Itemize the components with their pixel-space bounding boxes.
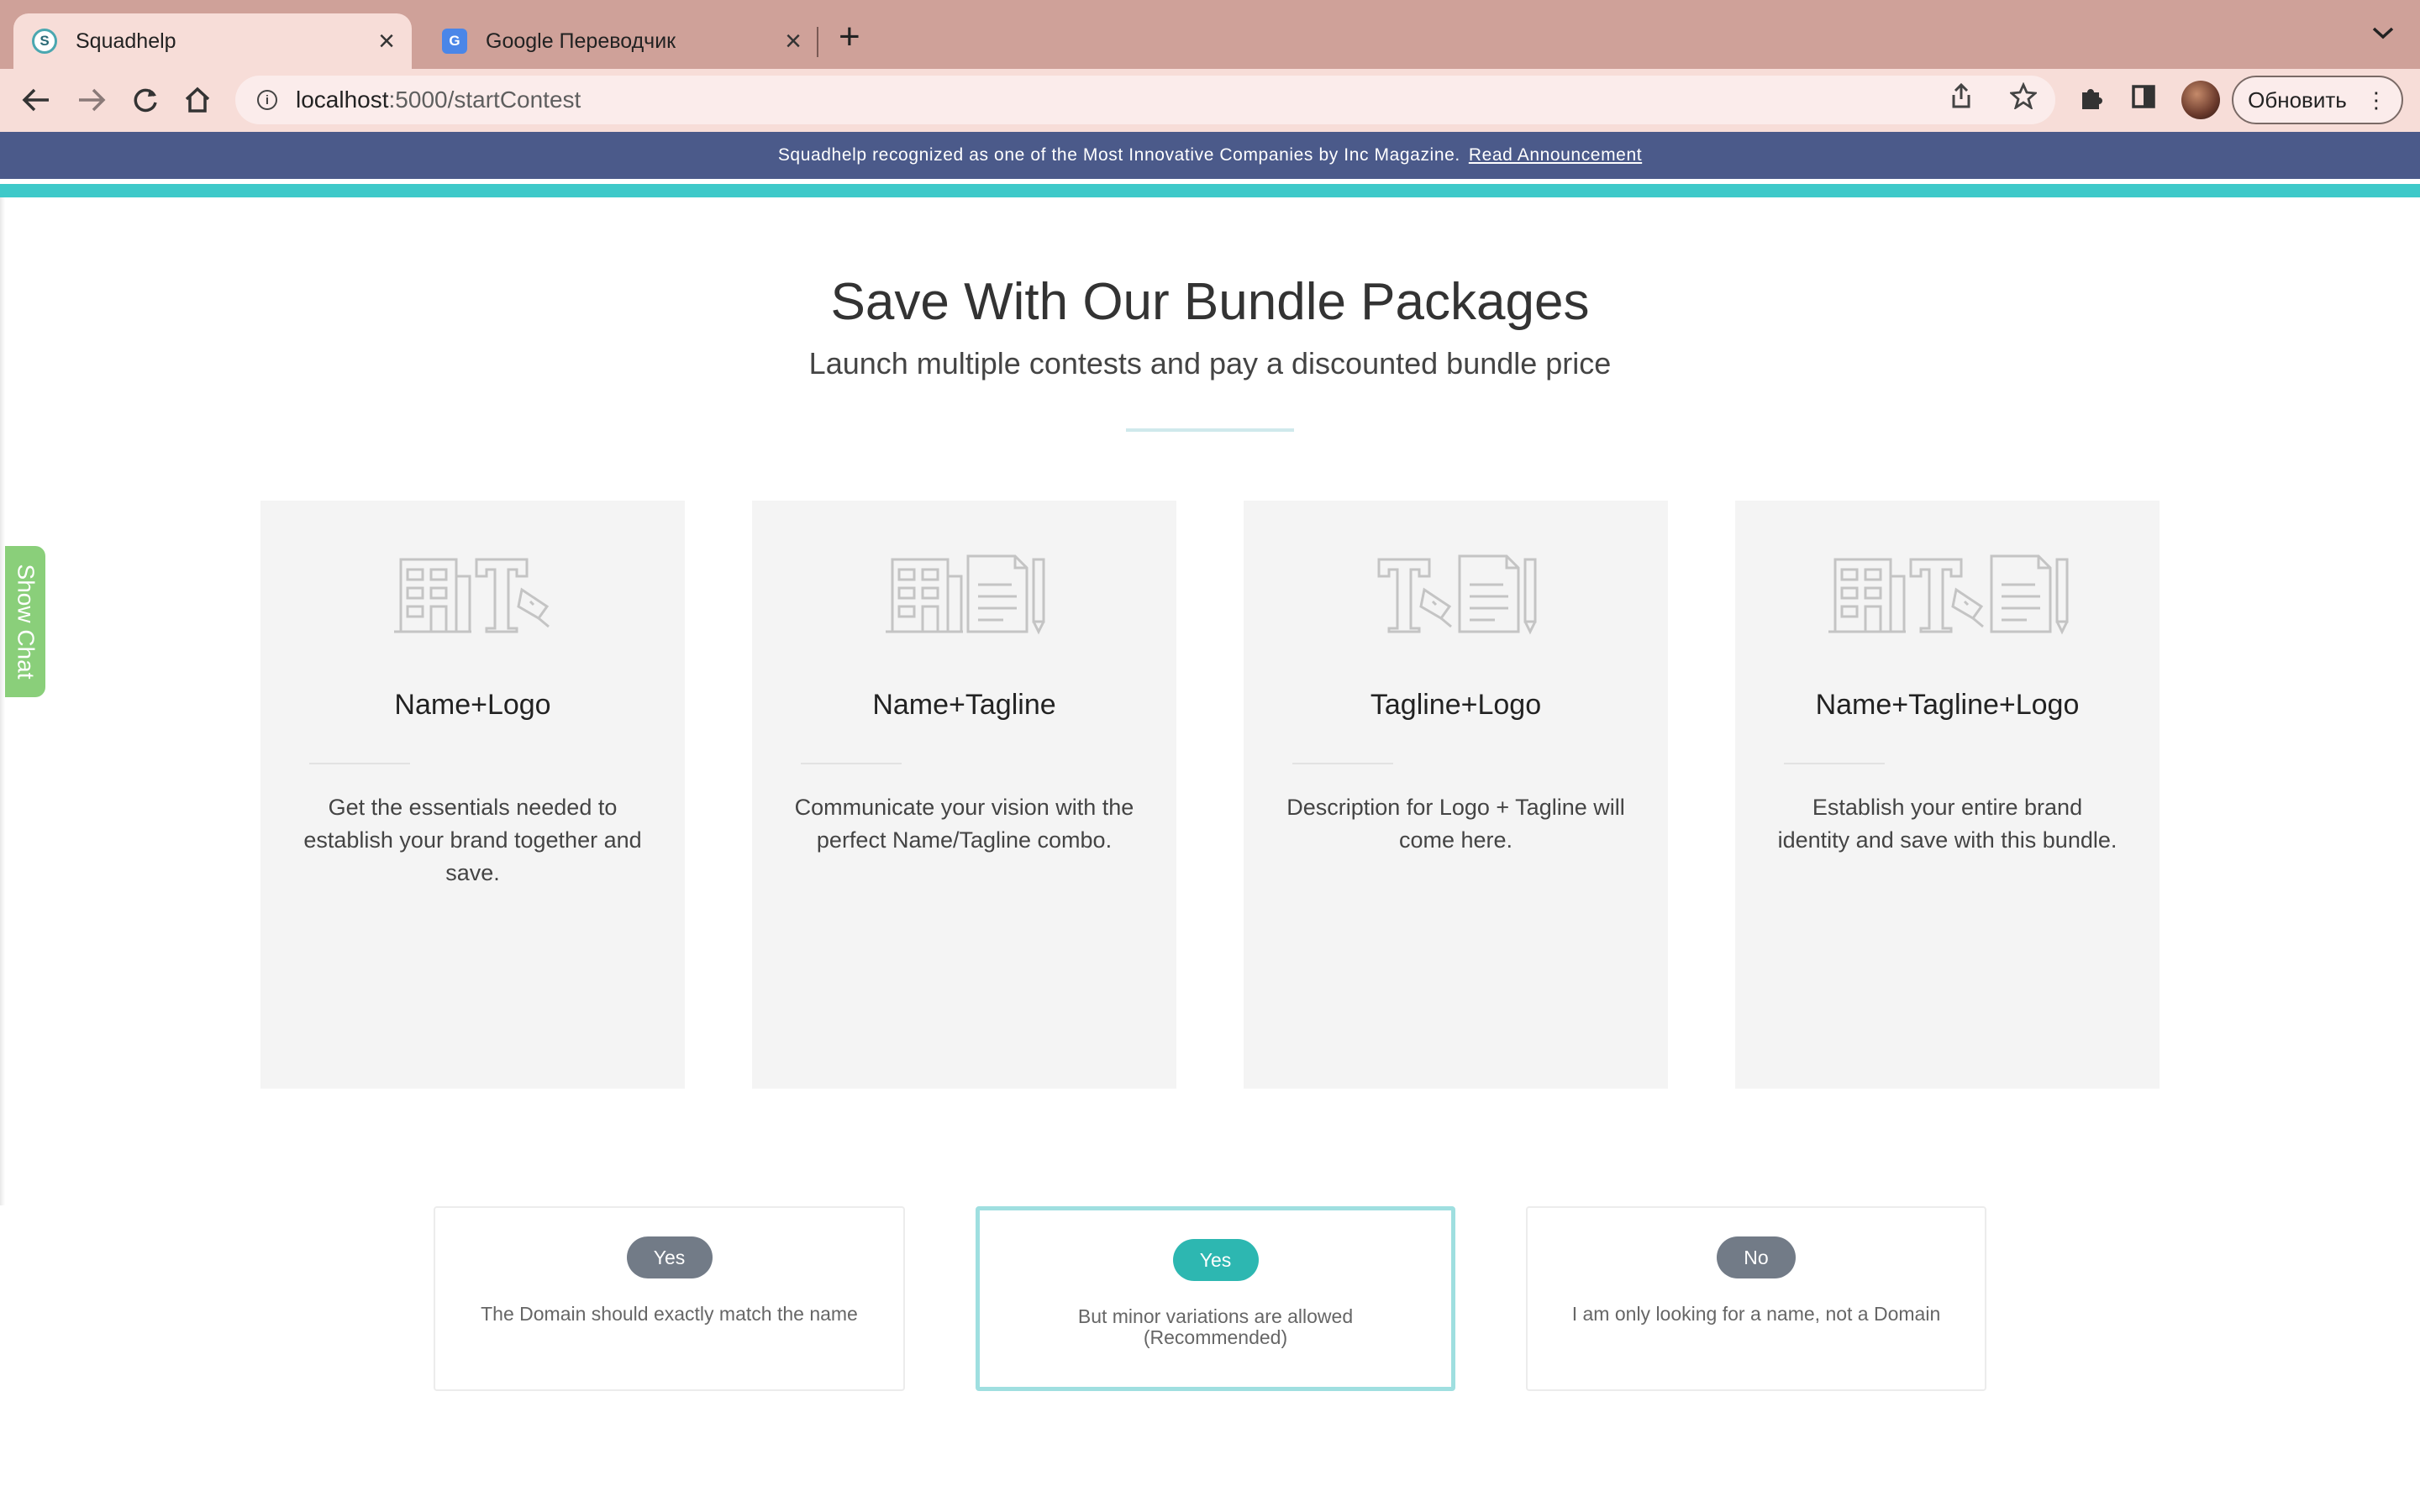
squadhelp-favicon-icon: S [32, 29, 57, 54]
close-icon[interactable]: × [785, 27, 802, 55]
option-text: But minor variations are allowed (Recomm… [1077, 1305, 1354, 1348]
side-panel-icon[interactable] [2131, 84, 2156, 109]
tab-google-translate[interactable]: G Google Переводчик × [424, 13, 818, 69]
section-subtitle: Launch multiple contests and pay a disco… [808, 346, 1612, 381]
card-illustration [260, 551, 685, 635]
building-icon [884, 558, 964, 633]
extensions-puzzle-icon[interactable] [2077, 84, 2106, 113]
browser-chrome: S Squadhelp × G Google Переводчик × + i … [0, 0, 2420, 132]
card-divider [801, 763, 902, 764]
reload-icon[interactable] [126, 81, 165, 119]
announcement-bar: Squadhelp recognized as one of the Most … [0, 132, 2420, 179]
card-illustration [752, 551, 1176, 635]
address-bar[interactable]: i localhost:5000/startContest [235, 76, 2055, 124]
tab-separator [817, 27, 818, 57]
tab-title: Google Переводчик [486, 29, 676, 53]
home-icon[interactable] [178, 81, 217, 119]
card-divider [309, 763, 410, 764]
option-text: The Domain should exactly match the name [481, 1303, 858, 1325]
logo-pen-icon [475, 558, 550, 633]
read-announcement-link[interactable]: Read Announcement [1469, 145, 1642, 165]
card-description: Description for Logo + Tagline will come… [1286, 795, 1625, 853]
url-text[interactable]: localhost:5000/startContest [296, 87, 581, 113]
card-divider [1784, 763, 1885, 764]
building-icon [1827, 558, 1907, 633]
card-description: Get the essentials needed to establish y… [303, 795, 642, 885]
logo-pen-icon [1909, 558, 1984, 633]
tab-search-chevron-icon[interactable] [2371, 25, 2395, 40]
google-translate-favicon-icon: G [442, 29, 467, 54]
star-bookmark-icon[interactable] [2010, 82, 2037, 109]
tab-squadhelp[interactable]: S Squadhelp × [13, 13, 412, 69]
domain-option-exact[interactable]: Yes The Domain should exactly match the … [434, 1206, 905, 1391]
update-button-label: Обновить [2248, 87, 2347, 113]
card-illustration [1735, 551, 2160, 635]
section-title: Save With Our Bundle Packages [830, 273, 1590, 331]
show-chat-button[interactable]: Show Chat [5, 546, 45, 697]
toolbar: i localhost:5000/startContest Обновить ⋮ [0, 69, 2420, 132]
card-title: Name+Logo [394, 689, 551, 721]
new-tab-plus-icon[interactable]: + [839, 18, 860, 55]
bundle-card-name-tagline[interactable]: Name+Tagline Communicate your vision wit… [752, 501, 1176, 1089]
domain-option-no-domain[interactable]: No I am only looking for a name, not a D… [1526, 1206, 1986, 1391]
bundle-card-name-logo[interactable]: Name+Logo Get the essentials needed to e… [260, 501, 685, 1089]
logo-pen-icon [1377, 558, 1452, 633]
building-icon [392, 558, 472, 633]
card-title: Name+Tagline [872, 689, 1056, 721]
back-arrow-icon[interactable] [17, 81, 55, 119]
tab-title: Squadhelp [76, 29, 176, 53]
forward-arrow-icon[interactable] [72, 81, 111, 119]
option-text: I am only looking for a name, not a Doma… [1571, 1303, 1941, 1325]
card-divider [1292, 763, 1393, 764]
document-pencil-icon [1458, 554, 1536, 633]
option-badge: Yes [626, 1236, 713, 1278]
card-illustration [1244, 551, 1668, 635]
url-host: localhost [296, 87, 389, 113]
update-button[interactable]: Обновить ⋮ [2232, 76, 2403, 124]
domain-option-variations[interactable]: Yes But minor variations are allowed (Re… [976, 1206, 1455, 1391]
document-pencil-icon [1990, 554, 2068, 633]
close-icon[interactable]: × [378, 27, 395, 55]
profile-avatar[interactable] [2181, 81, 2220, 119]
url-path: :5000/startContest [388, 87, 581, 113]
menu-dots-icon[interactable]: ⋮ [2365, 89, 2387, 111]
option-badge: No [1717, 1236, 1796, 1278]
show-chat-label: Show Chat [13, 564, 39, 680]
document-pencil-icon [966, 554, 1044, 633]
card-description: Establish your entire brand identity and… [1777, 795, 2118, 853]
card-description: Communicate your vision with the perfect… [794, 795, 1134, 853]
info-icon[interactable]: i [257, 90, 277, 110]
bundle-card-name-tagline-logo[interactable]: Name+Tagline+Logo Establish your entire … [1735, 501, 2160, 1089]
option-badge: Yes [1172, 1239, 1259, 1281]
bundle-card-tagline-logo[interactable]: Tagline+Logo Description for Logo + Tagl… [1244, 501, 1668, 1089]
accent-divider [0, 184, 2420, 197]
share-icon[interactable] [1949, 82, 1973, 109]
card-title: Name+Tagline+Logo [1815, 689, 2080, 721]
announcement-text: Squadhelp recognized as one of the Most … [777, 145, 1460, 165]
card-title: Tagline+Logo [1370, 689, 1542, 721]
heading-divider [1126, 428, 1294, 432]
